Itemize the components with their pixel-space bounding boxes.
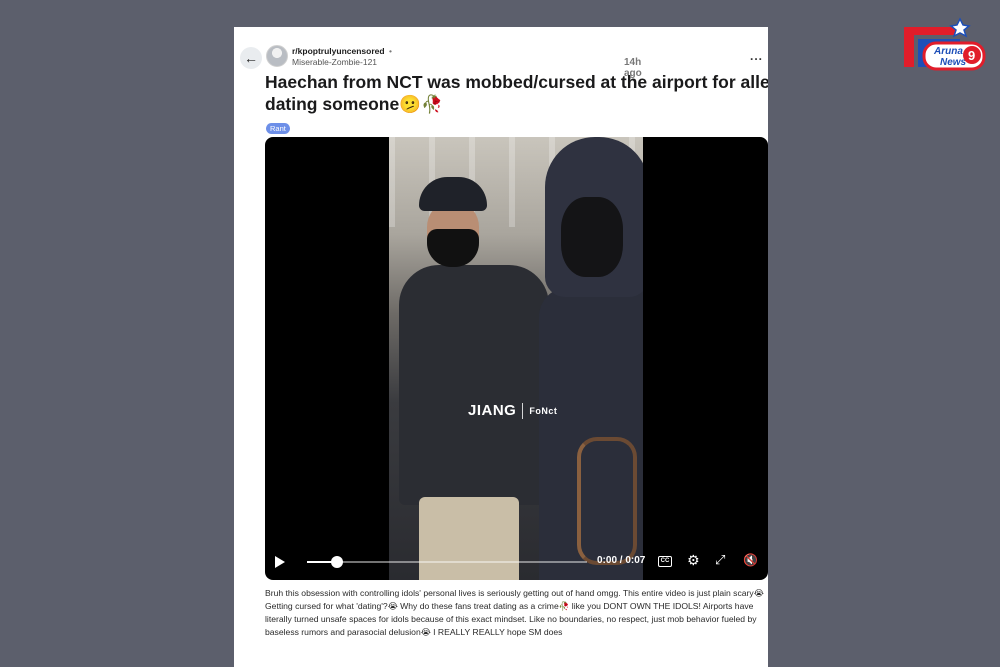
flair-badge[interactable]: Rant [266,123,290,134]
svg-text:News: News [940,57,967,68]
watermark-sub: FoNct [529,405,558,416]
video-person-left [399,177,549,580]
post-title[interactable]: Haechan from NCT was mobbed/cursed at th… [265,71,768,115]
post-title-line2: dating someone🫤🥀 [265,94,443,114]
post-title-line1: Haechan from NCT was mobbed/cursed at th… [265,72,768,92]
aruna-news-logo: Aruna News 9 [904,17,986,71]
svg-text:9: 9 [968,48,975,63]
subreddit-link[interactable]: r/kpoptrulyuncensored [292,46,385,56]
expand-icon[interactable]: ⤢ [715,553,725,567]
arrow-left-icon: ← [244,50,258,66]
video-player[interactable]: JIANG FoNct 0:00 / 0:07 CC ⚙ ⤢ 🔇 [265,137,768,580]
username-link[interactable]: Miserable-Zombie-121 [292,57,394,68]
volume-mute-icon[interactable]: 🔇 [743,553,758,567]
gear-icon[interactable]: ⚙ [687,553,700,567]
post-meta: r/kpoptrulyuncensored • 14h ago Miserabl… [292,46,642,79]
watermark-main: JIANG [468,402,517,419]
progress-knob[interactable] [331,556,343,568]
video-controls: 0:00 / 0:07 CC ⚙ ⤢ 🔇 [265,544,768,580]
post-body: Bruh this obsession with controlling ido… [265,588,764,637]
video-watermark: JIANG FoNct [468,402,557,419]
meta-separator: • [388,46,392,56]
play-icon[interactable] [275,556,285,568]
watermark-divider [522,402,524,419]
captions-button[interactable]: CC [658,556,672,567]
time-display: 0:00 / 0:07 [597,555,646,566]
svg-text:Aruna: Aruna [933,46,963,57]
post-card: ← r/kpoptrulyuncensored • 14h ago Misera… [234,27,768,667]
video-person-right [539,137,643,580]
more-options-button[interactable]: ... [750,49,763,63]
avatar[interactable] [266,45,288,67]
back-button[interactable]: ← [240,47,262,69]
video-frame [389,137,643,580]
progress-track[interactable] [307,561,587,563]
